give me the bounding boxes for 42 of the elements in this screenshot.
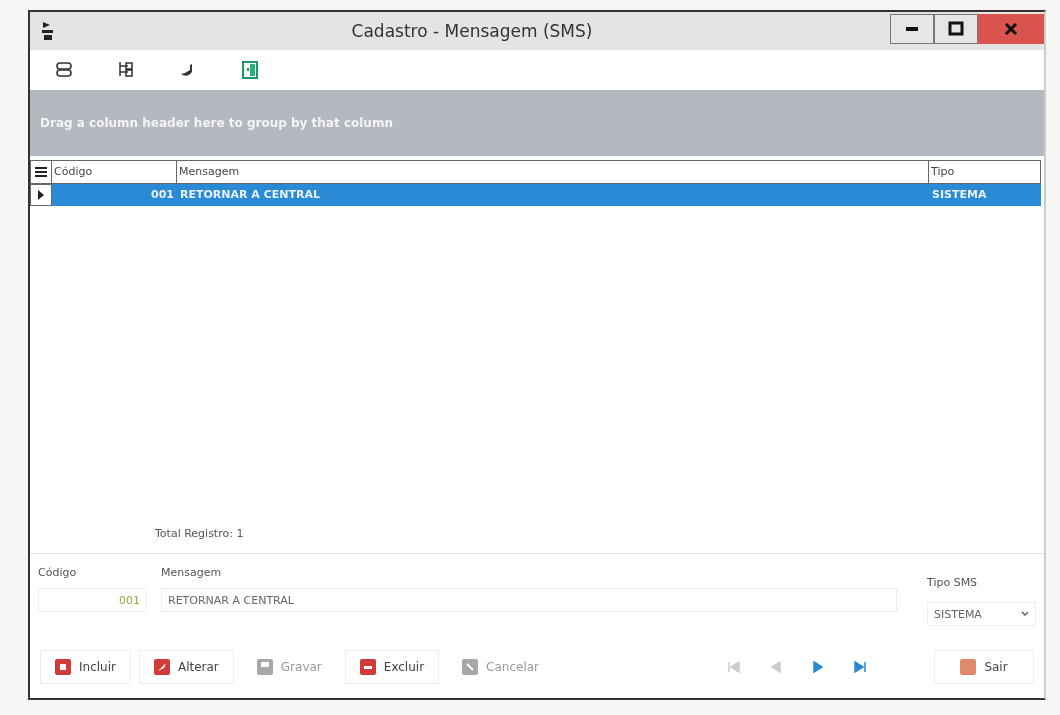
menu-icon [35, 167, 47, 177]
maximize-button[interactable] [934, 14, 978, 44]
exit-button[interactable]: Sair [934, 650, 1034, 684]
close-icon [1002, 20, 1020, 38]
column-chooser-button[interactable] [30, 160, 52, 184]
app-icon [40, 20, 54, 42]
minimize-button[interactable] [890, 14, 934, 44]
skip-forward-icon [854, 661, 866, 673]
close-button[interactable] [978, 14, 1044, 44]
database-icon [54, 60, 74, 80]
last-record-button[interactable] [854, 661, 866, 673]
cancel-icon [462, 659, 479, 675]
minus-icon [359, 659, 376, 675]
table-cell: SISTEMA [929, 184, 1041, 206]
message-field[interactable]: RETORNAR A CENTRAL [161, 588, 897, 612]
hierarchy-icon [116, 60, 136, 80]
play-icon [812, 661, 824, 673]
group-panel-hint: Drag a column header here to group by that column [40, 116, 393, 130]
exit-door-icon [240, 60, 260, 80]
total-records-label: Total Registro: 1 [155, 526, 244, 540]
add-button[interactable]: Incluir [40, 650, 131, 684]
field-label: Tipo SMS [927, 576, 979, 590]
maximize-icon [947, 20, 965, 38]
play-back-icon [770, 661, 782, 673]
column-header[interactable]: Mensagem [177, 160, 929, 184]
field-label: Mensagem [161, 566, 223, 580]
field-label: Código [38, 566, 78, 580]
chevron-down-icon [1021, 611, 1029, 617]
square-icon [960, 659, 977, 675]
current-row-icon [38, 190, 44, 200]
plus-icon [55, 659, 71, 675]
delete-button[interactable]: Excluir [344, 650, 440, 684]
next-record-button[interactable] [812, 661, 824, 673]
sms-type-dropdown[interactable]: SISTEMA [927, 602, 1036, 626]
minimize-icon [906, 27, 918, 31]
edit-button[interactable]: Alterar [138, 650, 234, 684]
window-title: Cadastro - Mensagem (SMS) [350, 21, 594, 41]
column-header[interactable]: Tipo [929, 160, 1041, 184]
column-header[interactable]: Código [52, 160, 177, 184]
table-cell: 001 [52, 184, 177, 206]
skip-back-icon [728, 661, 740, 673]
table-cell: RETORNAR A CENTRAL [177, 184, 929, 206]
